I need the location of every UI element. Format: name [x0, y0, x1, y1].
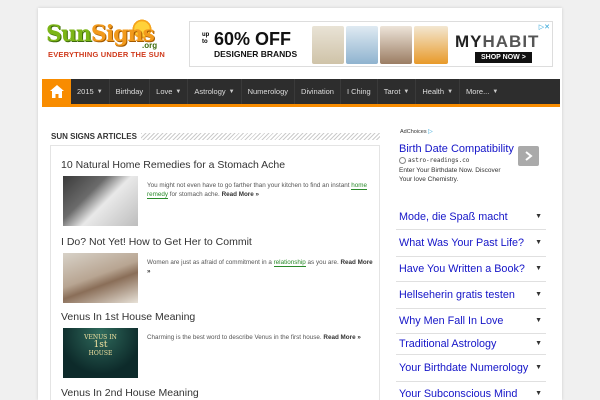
- home-icon: [49, 85, 64, 98]
- nav-item-birthday[interactable]: Birthday: [110, 79, 151, 104]
- nav-item-astrology[interactable]: Astrology ▼: [188, 79, 242, 104]
- article-thumbnail[interactable]: [63, 253, 138, 303]
- article-thumbnail[interactable]: [63, 176, 138, 226]
- nav-item-i-ching[interactable]: I Ching: [341, 79, 378, 104]
- ad-link-row[interactable]: Traditional Astrology ▼: [396, 334, 546, 355]
- chevron-down-icon: ▼: [535, 239, 542, 246]
- logo-org: .org: [142, 41, 158, 50]
- heading-pattern: [140, 132, 380, 140]
- banner-ad[interactable]: up to 60% OFF DESIGNER BRANDS MYHABIT SH…: [189, 21, 553, 67]
- banner-subtitle: DESIGNER BRANDS: [214, 49, 298, 59]
- article-thumbnail[interactable]: VENUS IN 1st HOUSE: [63, 328, 138, 378]
- caret-down-icon: ▼: [403, 88, 410, 95]
- ad-url: astro-readings.co: [399, 157, 514, 164]
- chevron-right-icon: [524, 151, 533, 161]
- shop-now-button[interactable]: SHOP NOW >: [475, 52, 532, 63]
- site-logo[interactable]: SunSigns .org EVERYTHING UNDER THE SUN: [44, 17, 166, 65]
- product-image: [312, 26, 344, 64]
- ad-next-button[interactable]: [518, 146, 539, 166]
- ad-link-row[interactable]: Have You Written a Book? ▼: [396, 257, 546, 282]
- caret-down-icon: ▼: [447, 88, 454, 95]
- ad-link-row[interactable]: Hellseherin gratis testen ▼: [396, 282, 546, 309]
- ad-link-list: Mode, die Spaß macht ▼ What Was Your Past…: [396, 204, 546, 400]
- logo-wordmark: SunSigns: [46, 21, 155, 47]
- logo-tagline: EVERYTHING UNDER THE SUN: [48, 50, 166, 59]
- article-item: Venus In 1st House Meaning VENUS IN 1st …: [61, 311, 373, 381]
- product-image: [346, 26, 378, 64]
- article-excerpt: Women are just as afraid of commitment i…: [147, 259, 373, 275]
- nav-item-health[interactable]: Health ▼: [416, 79, 461, 104]
- caret-down-icon: ▼: [175, 88, 182, 95]
- caret-down-icon: ▼: [492, 88, 499, 95]
- info-icon: [399, 157, 406, 164]
- articles-list: 10 Natural Home Remedies for a Stomach A…: [50, 145, 380, 400]
- adchoices-label[interactable]: AdChoices ▷: [400, 128, 433, 135]
- article-title[interactable]: I Do? Not Yet! How to Get Her to Commit: [61, 236, 373, 248]
- ad-unit[interactable]: Birth Date Compatibility astro-readings.…: [399, 144, 514, 184]
- banner-percent: 60% OFF: [214, 29, 292, 49]
- product-image: [414, 26, 448, 64]
- banner-up-to: up to: [202, 32, 210, 45]
- article-excerpt: You might not even have to go farther th…: [147, 182, 367, 199]
- nav-item-more[interactable]: More... ▼: [460, 79, 504, 104]
- section-title: SUN SIGNS ARTICLES: [51, 131, 137, 141]
- main-nav: 2015 ▼ Birthday Love ▼ Astrology ▼ Numerolo…: [42, 79, 560, 107]
- chevron-down-icon: ▼: [535, 317, 542, 324]
- nav-item-2015[interactable]: 2015 ▼: [71, 79, 110, 104]
- chevron-down-icon: ▼: [535, 340, 542, 347]
- article-item: Venus In 2nd House Meaning: [61, 387, 373, 400]
- caret-down-icon: ▼: [228, 88, 235, 95]
- nav-item-love[interactable]: Love ▼: [150, 79, 189, 104]
- chevron-down-icon: ▼: [535, 389, 542, 397]
- read-more-link[interactable]: Read More »: [222, 191, 259, 198]
- ad-link-row[interactable]: Your Subconscious Mind ▼: [396, 382, 546, 400]
- adchoices-icon[interactable]: ▷✕: [539, 23, 550, 31]
- article-title[interactable]: 10 Natural Home Remedies for a Stomach A…: [61, 159, 373, 171]
- ad-link-row[interactable]: Your Birthdate Numerology ▼: [396, 355, 546, 382]
- ad-title[interactable]: Birth Date Compatibility: [399, 144, 514, 155]
- article-item: I Do? Not Yet! How to Get Her to Commit …: [61, 236, 373, 306]
- chevron-down-icon: ▼: [535, 265, 542, 272]
- article-link[interactable]: relationship: [273, 259, 306, 267]
- chevron-down-icon: ▼: [535, 212, 542, 220]
- ad-link-row[interactable]: Why Men Fall In Love ▼: [396, 309, 546, 334]
- caret-down-icon: ▼: [96, 88, 103, 95]
- home-button[interactable]: [42, 79, 71, 104]
- article-title[interactable]: Venus In 1st House Meaning: [61, 311, 373, 323]
- nav-item-numerology[interactable]: Numerology: [242, 79, 296, 104]
- read-more-link[interactable]: Read More »: [323, 334, 360, 341]
- chevron-down-icon: ▼: [535, 364, 542, 371]
- article-excerpt: Charming is the best word to describe Ve…: [147, 334, 361, 341]
- article-item: 10 Natural Home Remedies for a Stomach A…: [61, 159, 373, 229]
- nav-item-divination[interactable]: Divination: [295, 79, 341, 104]
- article-title[interactable]: Venus In 2nd House Meaning: [61, 387, 373, 399]
- nav-item-tarot[interactable]: Tarot ▼: [378, 79, 417, 104]
- adchoices-icon: ▷: [428, 129, 433, 135]
- banner-brand: MYHABIT: [455, 32, 540, 51]
- ad-description: Enter Your Birthdate Now. Discover Your …: [399, 167, 501, 183]
- section-heading: SUN SIGNS ARTICLES: [51, 131, 380, 141]
- ad-link-row[interactable]: Mode, die Spaß macht ▼: [396, 204, 546, 230]
- product-image: [380, 26, 412, 64]
- ad-link-row[interactable]: What Was Your Past Life? ▼: [396, 230, 546, 257]
- chevron-down-icon: ▼: [535, 291, 542, 298]
